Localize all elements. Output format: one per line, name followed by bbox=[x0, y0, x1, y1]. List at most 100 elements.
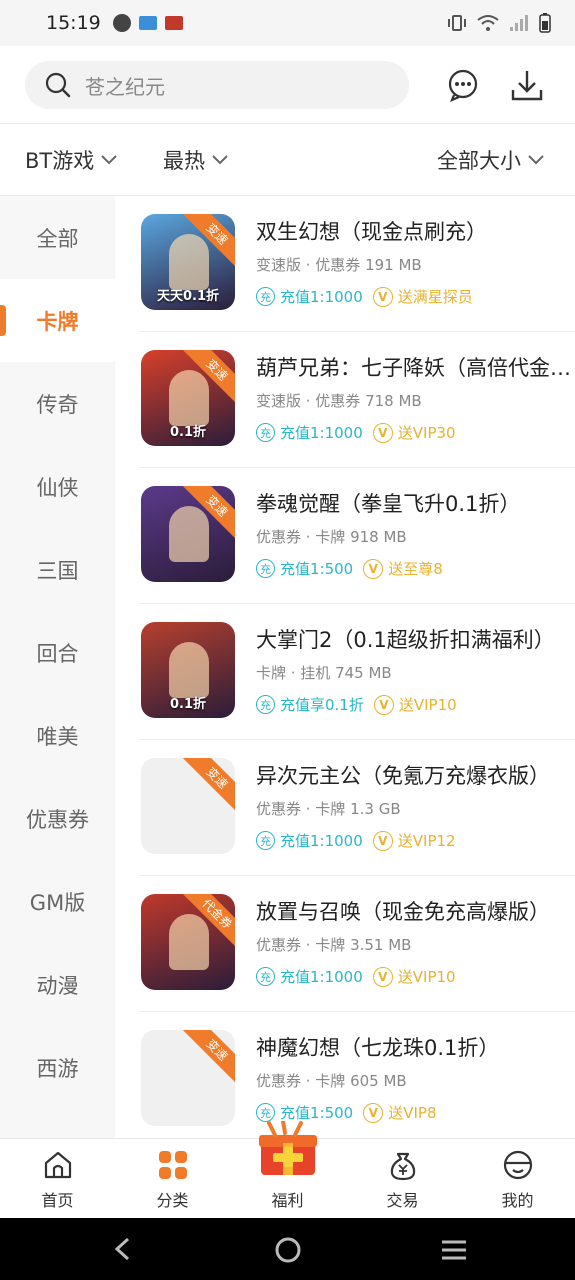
game-tags: 充充值1:500 V 送至尊8 bbox=[256, 558, 443, 579]
game-list-item[interactable]: 代金券 放置与召唤（现金免充高爆版） 优惠券 · 卡牌 3.51 MB 充充值1:10… bbox=[139, 876, 575, 1012]
filter-size-label: 全部大小 bbox=[437, 149, 521, 173]
gift-tag: V 送VIP8 bbox=[363, 1102, 437, 1123]
game-thumbnail[interactable]: 变速 bbox=[141, 758, 235, 854]
category-icon bbox=[159, 1151, 187, 1179]
game-meta: 卡牌 · 挂机 745 MB bbox=[256, 664, 392, 682]
filter-category-dropdown[interactable]: BT游戏 bbox=[25, 124, 118, 196]
game-list-item[interactable]: 变速 异次元主公（免氪万充爆衣版） 优惠券 · 卡牌 1.3 GB 充充值1:1000… bbox=[139, 740, 575, 876]
game-thumbnail[interactable]: 变速 bbox=[141, 486, 235, 582]
recharge-text: 充值1:1000 bbox=[280, 424, 363, 442]
sidebar-item-label: GM版 bbox=[29, 890, 86, 915]
thumb-ribbon-badge: 变速 bbox=[181, 1030, 235, 1086]
sidebar-item-turn-based[interactable]: 回合 bbox=[0, 611, 115, 694]
recharge-text: 充值1:1000 bbox=[280, 832, 363, 850]
game-meta: 变速版 · 优惠券 191 MB bbox=[256, 256, 422, 274]
game-thumbnail[interactable]: 代金券 bbox=[141, 894, 235, 990]
thumb-ribbon-badge: 变速 bbox=[181, 758, 235, 814]
category-sidebar: 全部 卡牌 传奇 仙侠 三国 回合 唯美 优惠券 GM版 动漫 西游 bbox=[0, 196, 115, 1138]
game-list-item[interactable]: 变速 神魔幻想（七龙珠0.1折） 优惠券 · 卡牌 605 MB 充充值1:500 V 送… bbox=[139, 1012, 575, 1138]
status-notification-icons bbox=[112, 14, 183, 32]
nav-profile-label: 我的 bbox=[501, 1191, 534, 1210]
game-title[interactable]: 拳魂觉醒（拳皇飞升0.1折） bbox=[256, 488, 574, 518]
filter-sort-dropdown[interactable]: 最热 bbox=[163, 124, 229, 196]
game-list-item[interactable]: 0.1折 大掌门2（0.1超级折扣满福利） 卡牌 · 挂机 745 MB 充充值享0.… bbox=[139, 604, 575, 740]
game-title[interactable]: 大掌门2（0.1超级折扣满福利） bbox=[256, 624, 574, 654]
game-list-item[interactable]: 0.1折变速葫芦兄弟：七子降妖（高倍代金券版） 变速版 · 优惠券 718 MB 充… bbox=[139, 332, 575, 468]
gift-tag: V 送VIP10 bbox=[372, 966, 456, 987]
sidebar-item-label: 唯美 bbox=[36, 724, 79, 749]
nav-trade[interactable]: 交易 bbox=[345, 1139, 460, 1219]
sidebar-item-aesthetic[interactable]: 唯美 bbox=[0, 694, 115, 777]
game-list-item[interactable]: 变速 拳魂觉醒（拳皇飞升0.1折） 优惠券 · 卡牌 918 MB 充充值1:500 V… bbox=[139, 468, 575, 604]
game-thumbnail[interactable]: 天天0.1折 变速 bbox=[141, 214, 235, 310]
filter-sort-label: 最热 bbox=[163, 149, 205, 173]
recharge-text: 充值1:1000 bbox=[280, 968, 363, 986]
recharge-icon: 充 bbox=[256, 695, 275, 714]
game-title[interactable]: 异次元主公（免氪万充爆衣版） bbox=[256, 760, 574, 790]
sidebar-item-label: 动漫 bbox=[36, 973, 79, 998]
game-thumbnail[interactable]: 变速 bbox=[141, 1030, 235, 1126]
sidebar-item-card[interactable]: 卡牌 bbox=[0, 279, 115, 362]
game-thumbnail[interactable]: 0.1折 变速 bbox=[141, 350, 235, 446]
search-input[interactable]: 苍之纪元 bbox=[25, 61, 409, 109]
game-thumb-caption: 0.1折 bbox=[169, 697, 207, 712]
nav-category[interactable]: 分类 bbox=[115, 1139, 230, 1219]
game-art-figure bbox=[169, 234, 209, 290]
status-bar: 15:19 bbox=[0, 0, 575, 46]
recharge-icon: 充 bbox=[256, 1103, 275, 1122]
sidebar-item-legend[interactable]: 传奇 bbox=[0, 362, 115, 445]
sidebar-item-all[interactable]: 全部 bbox=[0, 196, 115, 279]
sidebar-item-journey-west[interactable]: 西游 bbox=[0, 1026, 115, 1109]
recharge-tag: 充充值1:500 bbox=[256, 1102, 353, 1123]
download-button[interactable] bbox=[504, 62, 550, 108]
recharge-icon: 充 bbox=[256, 967, 275, 986]
gift-text: 送VIP10 bbox=[398, 696, 457, 714]
recharge-tag: 充充值享0.1折 bbox=[256, 694, 364, 715]
sidebar-item-label: 三国 bbox=[36, 558, 79, 583]
sidebar-item-label: 西游 bbox=[36, 1056, 79, 1081]
game-art-figure bbox=[169, 370, 209, 426]
sidebar-item-label: 优惠券 bbox=[26, 807, 89, 832]
recharge-tag: 充充值1:1000 bbox=[256, 966, 363, 987]
recharge-tag: 充充值1:1000 bbox=[256, 830, 363, 851]
message-button[interactable] bbox=[440, 62, 486, 108]
wifi-icon bbox=[477, 15, 499, 31]
gift-box-icon bbox=[259, 1121, 317, 1175]
recharge-tag: 充充值1:500 bbox=[256, 558, 353, 579]
game-list: 天天0.1折 变速 双生幻想（现金点刷充） 变速版 · 优惠券 191 MB 充充值1:… bbox=[115, 196, 575, 1138]
game-title[interactable]: 神魔幻想（七龙珠0.1折） bbox=[256, 1032, 574, 1062]
recent-apps-icon[interactable] bbox=[440, 1238, 468, 1262]
nav-trade-label: 交易 bbox=[386, 1191, 419, 1210]
game-list-item[interactable]: 天天0.1折 变速 双生幻想（现金点刷充） 变速版 · 优惠券 191 MB 充充值1:… bbox=[139, 196, 575, 332]
sidebar-item-coupon[interactable]: 优惠券 bbox=[0, 777, 115, 860]
sidebar-item-xianxia[interactable]: 仙侠 bbox=[0, 445, 115, 528]
sidebar-item-gm[interactable]: GM版 bbox=[0, 860, 115, 943]
sidebar-item-label: 回合 bbox=[36, 641, 79, 666]
vip-icon: V bbox=[373, 694, 394, 715]
recharge-icon: 充 bbox=[256, 831, 275, 850]
money-bag-icon bbox=[390, 1152, 416, 1181]
notification-app-icon bbox=[112, 14, 131, 32]
back-icon[interactable] bbox=[110, 1236, 134, 1262]
game-title[interactable]: 双生幻想（现金点刷充） bbox=[256, 216, 574, 246]
game-tags: 充充值1:1000 V 送满星探员 bbox=[256, 286, 473, 307]
nav-welfare[interactable]: 福利 bbox=[230, 1121, 345, 1219]
game-art-figure bbox=[169, 914, 209, 970]
game-thumbnail[interactable]: 0.1折 bbox=[141, 622, 235, 718]
sidebar-item-anime[interactable]: 动漫 bbox=[0, 943, 115, 1026]
sidebar-item-label: 全部 bbox=[36, 226, 79, 251]
filter-size-dropdown[interactable]: 全部大小 bbox=[437, 124, 545, 196]
game-title[interactable]: 放置与召唤（现金免充高爆版） bbox=[256, 896, 574, 926]
game-tags: 充充值享0.1折 V 送VIP10 bbox=[256, 694, 457, 715]
signal-icon bbox=[510, 15, 528, 31]
home-circle-icon[interactable] bbox=[274, 1236, 302, 1264]
gift-text: 送VIP12 bbox=[397, 832, 456, 850]
game-title[interactable]: 葫芦兄弟：七子降妖（高倍代金券版） bbox=[256, 352, 574, 382]
sidebar-item-three-kingdoms[interactable]: 三国 bbox=[0, 528, 115, 611]
game-tags: 充充值1:500 V 送VIP8 bbox=[256, 1102, 437, 1123]
nav-home[interactable]: 首页 bbox=[0, 1139, 115, 1219]
vip-icon: V bbox=[372, 966, 393, 987]
nav-profile[interactable]: 我的 bbox=[460, 1139, 575, 1219]
game-tags: 充充值1:1000 V 送VIP10 bbox=[256, 966, 456, 987]
gift-text: 送VIP30 bbox=[397, 424, 456, 442]
